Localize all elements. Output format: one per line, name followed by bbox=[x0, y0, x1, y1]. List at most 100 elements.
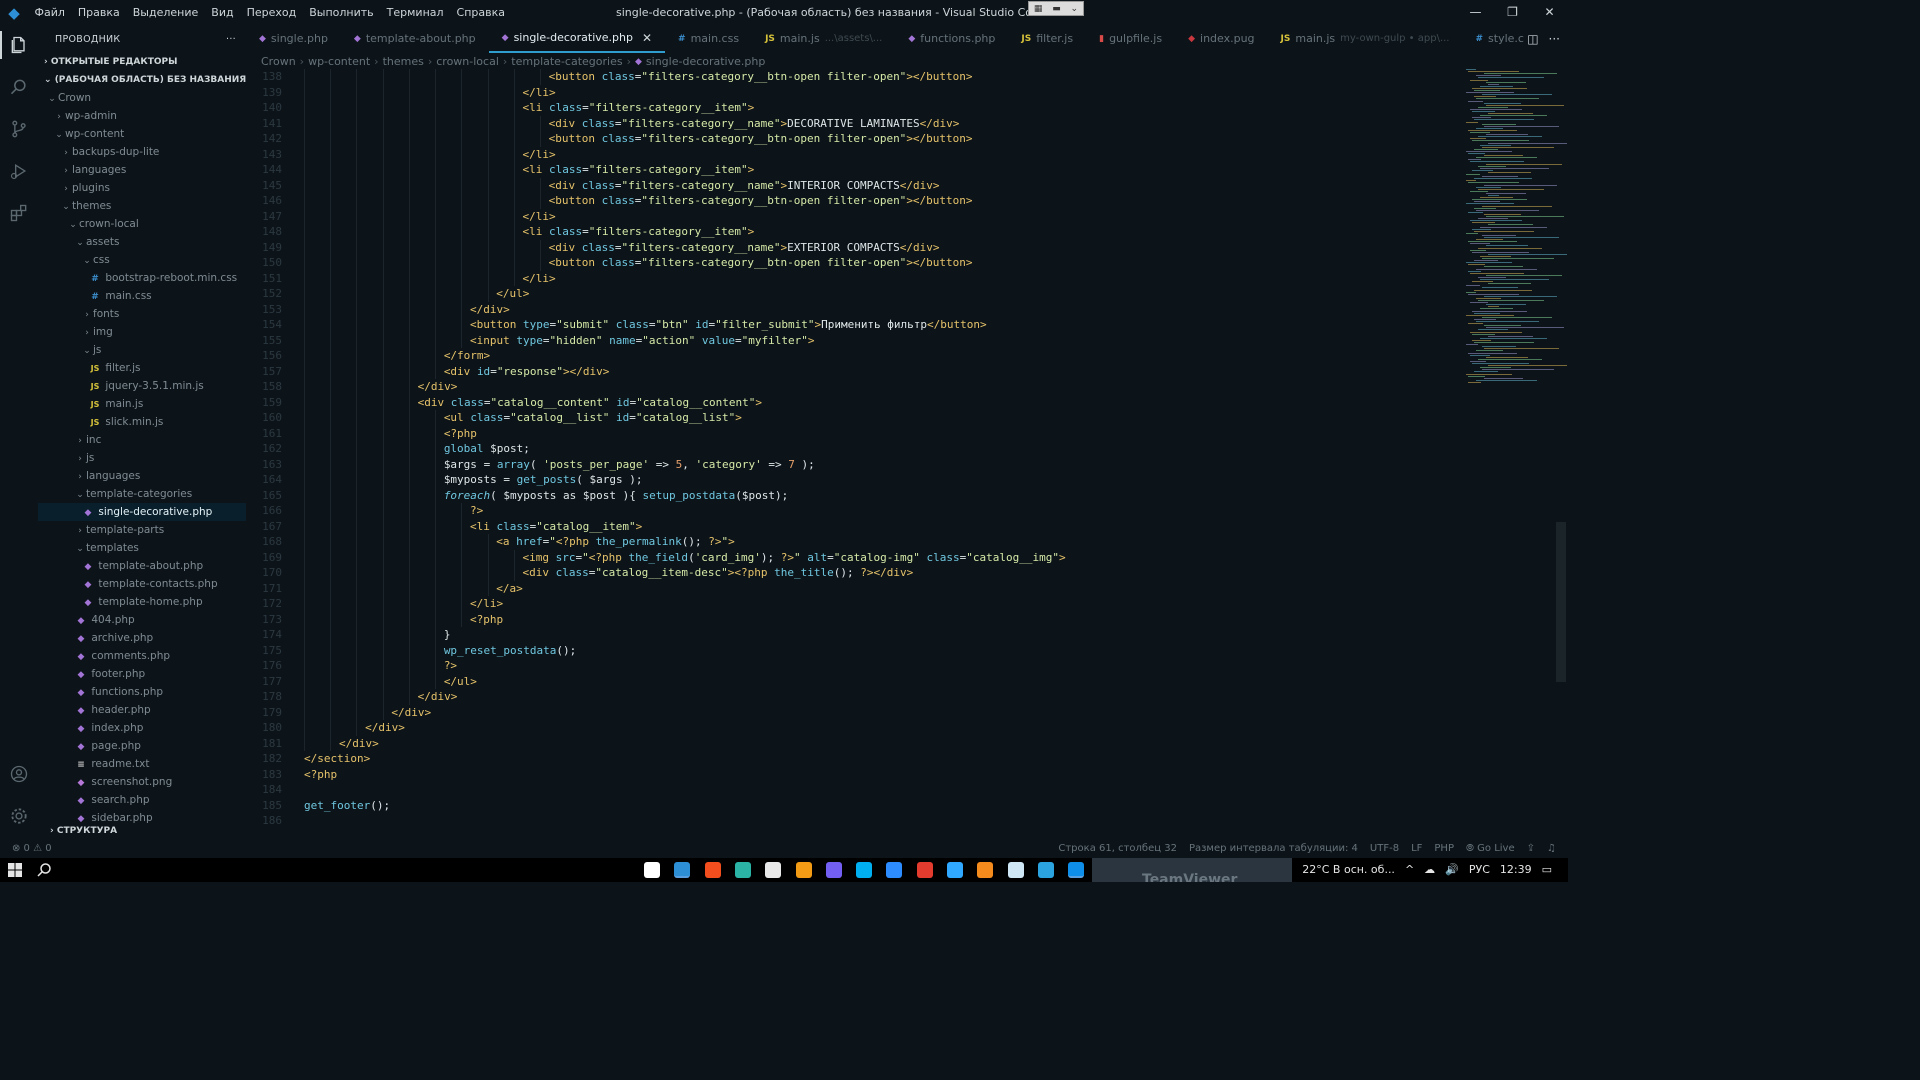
editor-tab[interactable]: JS main.js my-own-gulp • app\... bbox=[1268, 25, 1463, 53]
status-item[interactable]: LF bbox=[1411, 840, 1422, 858]
problems-indicator[interactable]: ⊗ 0 ⚠ 0 bbox=[12, 840, 52, 858]
editor-tab[interactable]: # main.css bbox=[665, 25, 752, 53]
file-tree-item[interactable]: ⌄ wp-content bbox=[38, 125, 246, 143]
vlc-icon[interactable] bbox=[977, 862, 994, 878]
file-tree-item[interactable]: ◆ template-about.php bbox=[38, 557, 246, 575]
editor-tab[interactable]: JS main.js ...\assets\... bbox=[752, 25, 895, 53]
status-item[interactable]: ⦾ Go Live bbox=[1466, 840, 1515, 858]
file-tree-item[interactable]: ◆ 404.php bbox=[38, 611, 246, 629]
menu-item[interactable]: Файл bbox=[28, 0, 71, 25]
file-tree-item[interactable]: › template-parts bbox=[38, 521, 246, 539]
file-tree-item[interactable]: ⌄ templates bbox=[38, 539, 246, 557]
status-item[interactable]: Строка 61, столбец 32 bbox=[1058, 840, 1177, 858]
file-tree-item[interactable]: ◆ footer.php bbox=[38, 665, 246, 683]
file-tree-item[interactable]: ◆ archive.php bbox=[38, 629, 246, 647]
status-item[interactable]: Размер интервала табуляции: 4 bbox=[1189, 840, 1358, 858]
account-icon[interactable] bbox=[7, 762, 31, 786]
file-tree-item[interactable]: ⌄ css bbox=[38, 251, 246, 269]
open-editors-section[interactable]: › ОТКРЫТЫЕ РЕДАКТОРЫ bbox=[38, 53, 246, 71]
taskbar-search-icon[interactable] bbox=[36, 862, 52, 878]
close-icon[interactable]: ✕ bbox=[642, 25, 652, 52]
workspace-section[interactable]: ⌄ (РАБОЧАЯ ОБЛАСТЬ) БЕЗ НАЗВАНИЯ bbox=[38, 71, 246, 89]
file-tree-item[interactable]: › backups-dup-lite bbox=[38, 143, 246, 161]
file-tree-item[interactable]: ◆ search.php bbox=[38, 791, 246, 809]
minimap[interactable] bbox=[1460, 69, 1567, 409]
menu-item[interactable]: Переход bbox=[240, 0, 303, 25]
file-tree-item[interactable]: ⌄ crown-local bbox=[38, 215, 246, 233]
remote-control-widget[interactable]: ▦ ▬ ⌄ bbox=[1028, 1, 1084, 16]
extensions-icon[interactable] bbox=[7, 201, 31, 225]
chevron-down-icon[interactable]: ⌄ bbox=[1071, 4, 1079, 14]
explorer-icon[interactable] bbox=[7, 33, 31, 57]
file-tree-item[interactable]: › js bbox=[38, 449, 246, 467]
file-tree-item[interactable]: › languages bbox=[38, 161, 246, 179]
notes-icon[interactable] bbox=[1007, 862, 1024, 878]
grid-icon[interactable]: ▦ bbox=[1034, 4, 1043, 14]
editor-scrollbar[interactable] bbox=[1556, 522, 1566, 682]
figma-icon[interactable] bbox=[704, 862, 721, 878]
telegram-icon[interactable] bbox=[1037, 862, 1054, 878]
file-tree-item[interactable]: # bootstrap-reboot.min.css bbox=[38, 269, 246, 287]
file-tree-item[interactable]: › wp-admin bbox=[38, 107, 246, 125]
file-tree-item[interactable]: ◆ header.php bbox=[38, 701, 246, 719]
menu-item[interactable]: Выполнить bbox=[303, 0, 380, 25]
close-icon[interactable]: ✕ bbox=[1531, 0, 1568, 25]
file-tree-item[interactable]: ◆ template-contacts.php bbox=[38, 575, 246, 593]
status-item[interactable]: UTF-8 bbox=[1370, 840, 1399, 858]
file-tree-item[interactable]: ⌄ assets bbox=[38, 233, 246, 251]
code-editor[interactable]: 138 <button class="filters-category__btn-… bbox=[248, 69, 1458, 840]
minimize-icon[interactable]: — bbox=[1457, 0, 1494, 25]
file-tree-item[interactable]: ◆ index.php bbox=[38, 719, 246, 737]
windows-start-icon[interactable] bbox=[7, 862, 23, 878]
clock[interactable]: 12:39 bbox=[1500, 858, 1532, 882]
editor-tab[interactable]: ◆ single-decorative.php ✕ bbox=[488, 25, 666, 53]
cloud-icon[interactable]: ☁ bbox=[1424, 858, 1435, 882]
file-tree-item[interactable]: ◆ template-home.php bbox=[38, 593, 246, 611]
zoom-icon[interactable] bbox=[886, 862, 903, 878]
file-tree-item[interactable]: ◆ single-decorative.php bbox=[38, 503, 246, 521]
yandex-browser-icon[interactable] bbox=[644, 862, 660, 878]
edge-icon[interactable] bbox=[734, 862, 751, 878]
viber-icon[interactable] bbox=[825, 862, 842, 878]
file-tree-item[interactable]: › fonts bbox=[38, 305, 246, 323]
file-tree-item[interactable]: ⌄ themes bbox=[38, 197, 246, 215]
editor-tab[interactable]: JS filter.js bbox=[1008, 25, 1086, 53]
status-item[interactable]: ♫ bbox=[1547, 840, 1556, 858]
file-tree-item[interactable]: › img bbox=[38, 323, 246, 341]
file-tree-item[interactable]: ⌄ template-categories bbox=[38, 485, 246, 503]
file-tree-item[interactable]: JS filter.js bbox=[38, 359, 246, 377]
skype-icon[interactable] bbox=[856, 862, 873, 878]
file-tree-item[interactable]: ◆ functions.php bbox=[38, 683, 246, 701]
chevron-up-icon[interactable]: ^ bbox=[1405, 858, 1414, 882]
file-tree-item[interactable]: JS jquery-3.5.1.min.js bbox=[38, 377, 246, 395]
menu-item[interactable]: Выделение bbox=[126, 0, 205, 25]
teamviewer-icon[interactable] bbox=[1068, 862, 1085, 878]
file-tree-item[interactable]: ◆ page.php bbox=[38, 737, 246, 755]
menu-item[interactable]: Вид bbox=[205, 0, 240, 25]
editor-tab[interactable]: ◆ functions.php bbox=[895, 25, 1008, 53]
editor-tab[interactable]: ◆ index.pug bbox=[1175, 25, 1267, 53]
status-item[interactable]: ⇪ bbox=[1527, 840, 1535, 858]
weather-label[interactable]: 22°C В осн. об... bbox=[1302, 858, 1395, 882]
status-item[interactable]: PHP bbox=[1434, 840, 1454, 858]
more-actions-icon[interactable]: ··· bbox=[226, 34, 236, 45]
file-tree-item[interactable]: › inc bbox=[38, 431, 246, 449]
menu-item[interactable]: Терминал bbox=[380, 0, 450, 25]
editor-tab[interactable]: ◆ single.php bbox=[246, 25, 341, 53]
file-tree-item[interactable]: › plugins bbox=[38, 179, 246, 197]
editor-tab[interactable]: ◆ template-about.php bbox=[341, 25, 489, 53]
sublime-icon[interactable] bbox=[795, 862, 812, 878]
file-tree-item[interactable]: JS slick.min.js bbox=[38, 413, 246, 431]
file-tree-item[interactable]: ⌄ js bbox=[38, 341, 246, 359]
file-tree-item[interactable]: ⌄ Crown bbox=[38, 89, 246, 107]
source-control-icon[interactable] bbox=[7, 117, 31, 141]
run-debug-icon[interactable] bbox=[7, 159, 31, 183]
notification-icon[interactable]: ▭ bbox=[1542, 858, 1552, 882]
app-icon[interactable] bbox=[765, 862, 782, 878]
editor-tab[interactable]: # style.c bbox=[1463, 25, 1537, 53]
menu-item[interactable]: Справка bbox=[450, 0, 511, 25]
structure-section[interactable]: › СТРУКТУРА bbox=[44, 822, 117, 840]
photoshop-icon[interactable] bbox=[947, 862, 963, 878]
minimize-small-icon[interactable]: ▬ bbox=[1052, 4, 1061, 14]
settings-gear-icon[interactable] bbox=[7, 804, 31, 828]
